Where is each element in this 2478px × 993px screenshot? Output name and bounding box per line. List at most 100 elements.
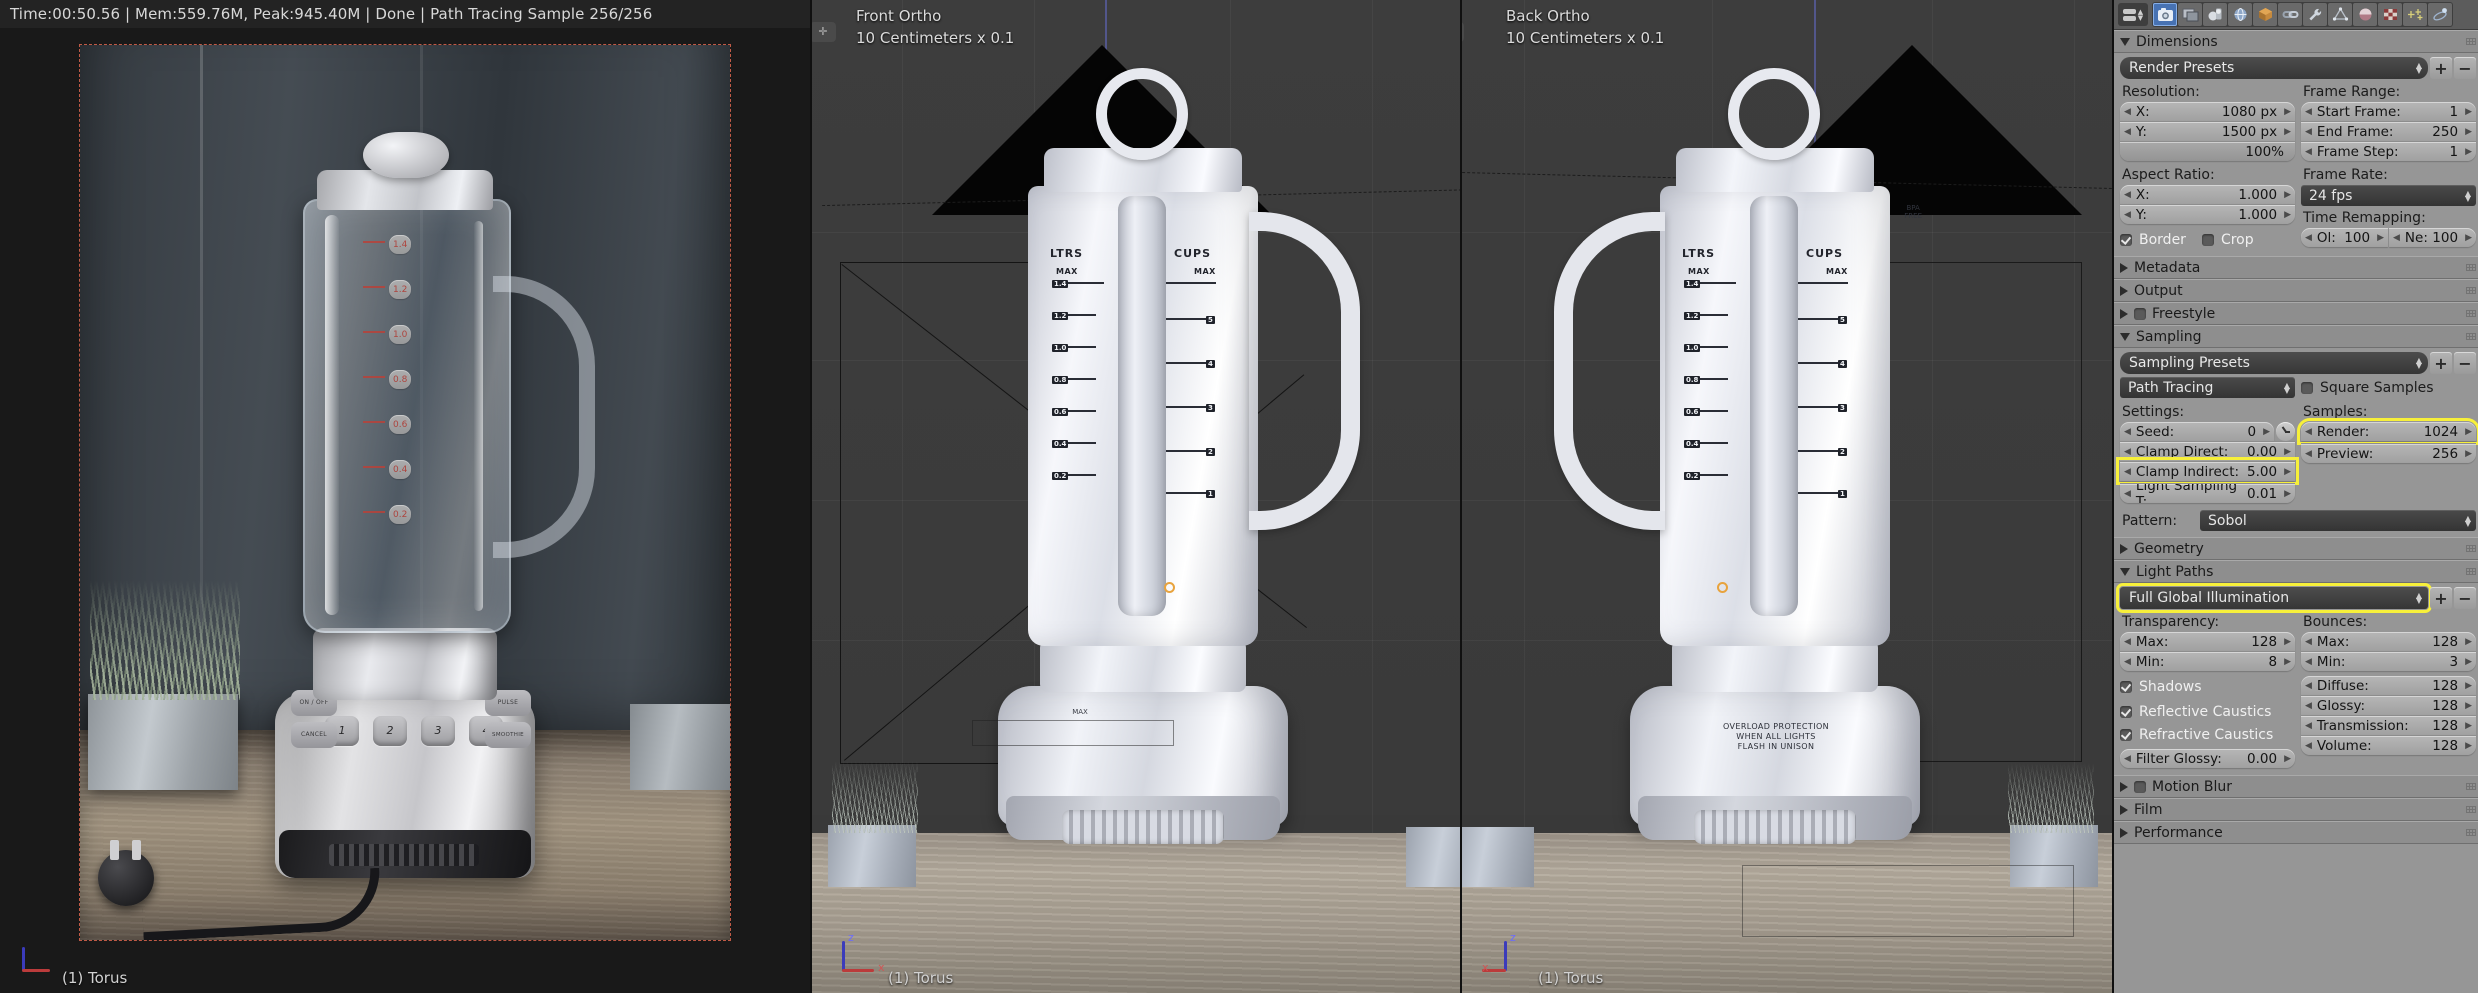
panel-header-geometry[interactable]: Geometry (2114, 537, 2478, 560)
tab-scene[interactable] (2203, 3, 2227, 26)
preview-samples-field[interactable]: ◀ Preview: 256 ▶ (2301, 443, 2476, 463)
aspect-y-field[interactable]: ◀ Y: 1.000 ▶ (2120, 204, 2295, 224)
resolution-percent-slider[interactable]: 100% (2120, 141, 2295, 161)
tab-constraints[interactable] (2278, 3, 2302, 26)
clamp-indirect-field[interactable]: ◀ Clamp Indirect: 5.00 ▶ (2116, 457, 2299, 485)
resolution-x-field[interactable]: ◀ X: 1080 px ▶ (2120, 102, 2295, 121)
drag-grip-icon-lightpaths[interactable] (2466, 568, 2476, 575)
panel-header-motion-blur[interactable]: Motion Blur (2114, 775, 2478, 798)
drag-grip-icon-performance[interactable] (2466, 829, 2476, 836)
light-sampling-threshold-field[interactable]: ◀ Light Sampling T: 0.01 ▶ (2120, 483, 2295, 503)
drag-grip-icon-sampling[interactable] (2466, 333, 2476, 340)
panel-header-light-paths[interactable]: Light Paths (2114, 560, 2478, 583)
motion-blur-checkbox[interactable] (2134, 780, 2146, 793)
integrator-select[interactable]: Path Tracing ▲ ▼ (2120, 377, 2295, 398)
tab-physics[interactable] (2428, 3, 2452, 26)
remove-light-paths-preset-button[interactable]: − (2454, 587, 2476, 609)
reflective-caustics-row[interactable]: Reflective Caustics (2120, 701, 2295, 722)
light-paths-preset-select[interactable]: Full Global Illumination ▲ ▼ (2116, 583, 2432, 613)
drag-grip-icon-film[interactable] (2466, 806, 2476, 813)
start-frame-field[interactable]: ◀ Start Frame: 1 ▶ (2301, 102, 2476, 121)
drag-grip-icon-metadata[interactable] (2466, 264, 2476, 271)
drag-grip-icon-output[interactable] (2466, 287, 2476, 294)
remove-sampling-preset-button[interactable]: − (2454, 352, 2476, 374)
transparency-min-field[interactable]: ◀ Min: 8 ▶ (2120, 651, 2295, 671)
resolution-y-field[interactable]: ◀ Y: 1500 px ▶ (2120, 121, 2295, 141)
refractive-caustics-checkbox[interactable] (2120, 728, 2132, 741)
editor-type-selector-icon[interactable]: ▲ ▼ (2118, 3, 2148, 26)
panel-header-sampling[interactable]: Sampling (2114, 325, 2478, 348)
mesh-data-icon (2332, 7, 2348, 21)
border-checkbox-row[interactable]: Border (2120, 229, 2186, 250)
properties-editor[interactable]: ▲ ▼ Dimensions Render Presets ▲ ▼ + − Re… (2112, 0, 2478, 993)
viewport-back-ortho[interactable]: OVERLOAD PROTECTION WHEN ALL LIGHTS FLASH … (1460, 0, 2112, 993)
add-light-paths-preset-button[interactable]: + (2430, 587, 2452, 609)
viewport-front-ortho[interactable]: MAX LTRS CUPS MAX MAX 1.4 1.2 1.0 0.8 0.… (810, 0, 1460, 993)
bounces-max-field[interactable]: ◀ Max: 128 ▶ (2301, 632, 2476, 651)
render-image[interactable]: 1 2 3 4 ON / OFF CANCEL PULSE SMOOTHIE 1… (80, 45, 730, 940)
clamp-direct-field[interactable]: ◀ Clamp Direct: 0.00 ▶ (2120, 441, 2295, 461)
light-paths-presets-row[interactable]: Full Global Illumination ▲ ▼ + − (2116, 583, 2476, 613)
panel-header-film[interactable]: Film (2114, 798, 2478, 821)
frame-rate-select[interactable]: 24 fps ▲ ▼ (2301, 185, 2476, 206)
panel-header-dimensions[interactable]: Dimensions (2114, 30, 2478, 53)
chevron-right-icon-performance (2120, 827, 2128, 838)
tab-data[interactable] (2328, 3, 2352, 26)
appliance-button-3: 3 (421, 716, 455, 746)
render-presets-select[interactable]: Render Presets ▲ ▼ (2120, 57, 2428, 79)
diffuse-bounces-field[interactable]: ◀ Diffuse: 128 ▶ (2301, 676, 2476, 695)
panel-header-metadata[interactable]: Metadata (2114, 256, 2478, 279)
seed-field[interactable]: ◀ Seed: 0 ▶ (2120, 422, 2274, 441)
animate-seed-icon[interactable] (2276, 422, 2295, 441)
tab-object[interactable] (2253, 3, 2277, 26)
tab-texture[interactable] (2378, 3, 2402, 26)
transparency-max-field[interactable]: ◀ Max: 128 ▶ (2120, 632, 2295, 651)
filter-glossy-field[interactable]: ◀ Filter Glossy: 0.00 ▶ (2120, 749, 2295, 768)
square-samples-label: Square Samples (2320, 379, 2434, 396)
volume-bounces-field[interactable]: ◀ Volume: 128 ▶ (2301, 735, 2476, 755)
panel-header-freestyle[interactable]: Freestyle (2114, 302, 2478, 325)
border-checkbox[interactable] (2120, 233, 2132, 246)
reflective-caustics-checkbox[interactable] (2120, 705, 2132, 718)
shadows-row[interactable]: Shadows (2120, 676, 2295, 697)
time-remap-old-field[interactable]: ◀ Ol: 100 ▶ (2301, 228, 2388, 247)
sampling-presets-row[interactable]: Sampling Presets ▲ ▼ + − (2120, 352, 2476, 374)
add-sampling-preset-button[interactable]: + (2430, 352, 2452, 374)
panel-header-output[interactable]: Output (2114, 279, 2478, 302)
drag-grip-icon-motionblur[interactable] (2466, 783, 2476, 790)
tab-world[interactable] (2228, 3, 2252, 26)
transmission-bounces-field[interactable]: ◀ Transmission: 128 ▶ (2301, 715, 2476, 735)
time-remap-new-field[interactable]: ◀ Ne: 100 ▶ (2389, 228, 2476, 247)
properties-tab-strip[interactable] (2152, 2, 2453, 27)
render-presets-row[interactable]: Render Presets ▲ ▼ + − (2120, 57, 2476, 79)
drag-grip-icon-geometry[interactable] (2466, 545, 2476, 552)
drag-grip-icon-freestyle[interactable] (2466, 310, 2476, 317)
tab-render-layers[interactable] (2178, 3, 2202, 26)
drag-grip-icon[interactable] (2466, 38, 2476, 45)
freestyle-checkbox[interactable] (2134, 307, 2146, 320)
square-samples-row[interactable]: Square Samples (2301, 377, 2476, 398)
crop-checkbox[interactable] (2201, 233, 2214, 246)
end-frame-field[interactable]: ◀ End Frame: 250 ▶ (2301, 121, 2476, 141)
panel-header-performance[interactable]: Performance (2114, 821, 2478, 844)
glossy-bounces-field[interactable]: ◀ Glossy: 128 ▶ (2301, 695, 2476, 715)
frame-step-field[interactable]: ◀ Frame Step: 1 ▶ (2301, 141, 2476, 161)
active-object-label: (1) Torus (62, 969, 128, 987)
bounces-min-field[interactable]: ◀ Min: 3 ▶ (2301, 651, 2476, 671)
square-samples-checkbox[interactable] (2301, 381, 2313, 394)
tab-material[interactable] (2353, 3, 2377, 26)
tab-render[interactable] (2153, 3, 2177, 26)
tab-modifiers[interactable] (2303, 3, 2327, 26)
chevron-updown-icon-sampling: ▲ ▼ (2415, 356, 2422, 370)
refractive-caustics-row[interactable]: Refractive Caustics (2120, 724, 2295, 745)
add-preset-button[interactable]: + (2430, 57, 2452, 79)
remove-preset-button[interactable]: − (2454, 57, 2476, 79)
chevron-down-icon-sampling (2120, 332, 2130, 341)
shadows-checkbox[interactable] (2120, 680, 2132, 693)
render-samples-field[interactable]: ◀ Render: 1024 ▶ (2297, 418, 2478, 445)
tab-particles[interactable] (2403, 3, 2427, 26)
sampling-presets-select[interactable]: Sampling Presets ▲ ▼ (2120, 352, 2428, 374)
crop-checkbox-row[interactable]: Crop (2201, 229, 2254, 250)
aspect-x-field[interactable]: ◀ X: 1.000 ▶ (2120, 185, 2295, 204)
pattern-select[interactable]: Sobol ▲ ▼ (2200, 510, 2476, 531)
